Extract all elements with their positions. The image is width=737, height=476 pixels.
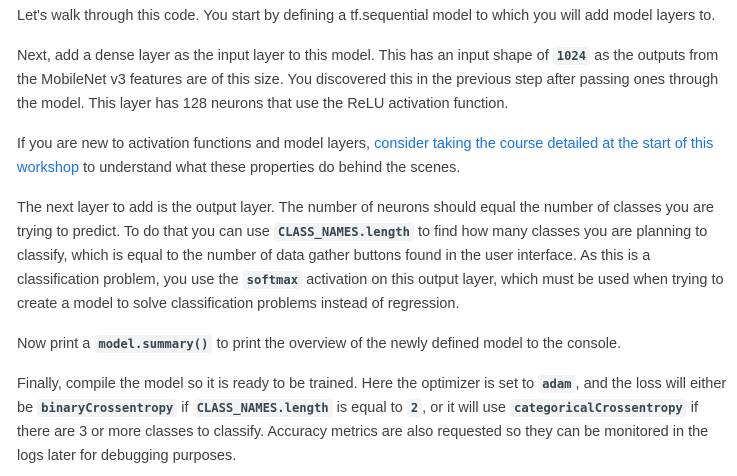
text: if [177, 400, 193, 416]
article-body: Let's walk through this code. You start … [17, 4, 735, 468]
paragraph-intro: Let's walk through this code. You start … [17, 4, 735, 28]
text: , or it will use [422, 400, 510, 416]
paragraph-compile: Finally, compile the model so it is read… [17, 372, 735, 468]
text: is equal to [332, 400, 407, 416]
inline-code-class-names-length: CLASS_NAMES.length [273, 223, 414, 241]
inline-code-categorical-crossentropy: categoricalCrossentropy [510, 399, 687, 417]
text: Finally, compile the model so it is read… [17, 376, 539, 392]
inline-code-binary-crossentropy: binaryCrossentropy [37, 399, 178, 417]
paragraph-activation-info: If you are new to activation functions a… [17, 132, 735, 180]
inline-code-softmax: softmax [242, 271, 303, 289]
inline-code-input-shape: 1024 [552, 47, 591, 65]
text: to print the overview of the newly defin… [212, 336, 622, 352]
inline-code-model-summary: model.summary() [94, 335, 213, 353]
text: Next, add a dense layer as the input lay… [17, 48, 553, 64]
inline-code-two: 2 [406, 399, 423, 417]
paragraph-output-layer: The next layer to add is the output laye… [17, 196, 735, 316]
text: Let's walk through this code. You start … [17, 8, 716, 24]
text: Now print a [17, 336, 95, 352]
text: to understand what these properties do b… [79, 160, 461, 176]
inline-code-class-names-length: CLASS_NAMES.length [192, 399, 333, 417]
inline-code-adam: adam [538, 375, 576, 393]
paragraph-model-summary: Now print a model.summary() to print the… [17, 332, 735, 356]
text: If you are new to activation functions a… [17, 136, 375, 152]
paragraph-dense-layer: Next, add a dense layer as the input lay… [17, 44, 735, 116]
